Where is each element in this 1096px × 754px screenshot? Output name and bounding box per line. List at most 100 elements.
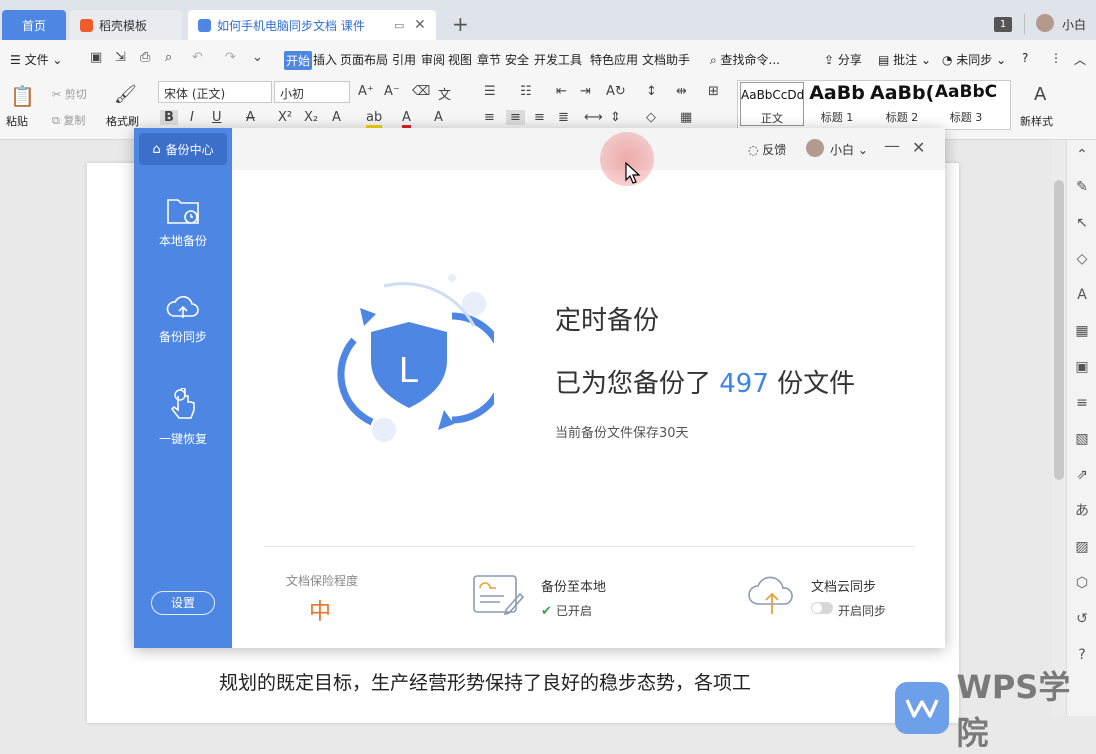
cut-button[interactable]: ✂ 剪切 bbox=[52, 86, 87, 102]
security-icon[interactable]: ⬡ bbox=[1074, 576, 1090, 590]
more-icon[interactable]: ⌄ bbox=[252, 50, 263, 65]
sidebar-item-local-backup[interactable]: 本地备份 bbox=[134, 196, 232, 249]
history-icon[interactable]: ↺ bbox=[1074, 612, 1090, 626]
redo-icon[interactable]: ↷ bbox=[225, 50, 236, 65]
font-color-icon[interactable]: A bbox=[402, 110, 411, 128]
paste-icon[interactable]: 📋 bbox=[10, 84, 35, 108]
feedback-button[interactable]: ◌ 反馈 bbox=[748, 141, 786, 158]
text-style-icon[interactable]: A bbox=[1074, 288, 1090, 302]
menu-view[interactable]: 视图 bbox=[448, 51, 472, 68]
close-icon[interactable]: ✕ bbox=[912, 138, 925, 157]
menu-assistant[interactable]: 文档助手 bbox=[642, 51, 690, 68]
menu-review[interactable]: 审阅 bbox=[421, 51, 445, 68]
increase-indent-icon[interactable]: ⇥ bbox=[580, 84, 591, 99]
user-name[interactable]: 小白 bbox=[1062, 16, 1086, 33]
more-options-icon[interactable]: ⋮ bbox=[1050, 51, 1062, 65]
text-direction-icon[interactable]: A↻ bbox=[606, 84, 626, 99]
comment-button[interactable]: ▤ 批注 ⌄ bbox=[878, 51, 931, 68]
collapse-up-icon[interactable]: ⌃ bbox=[1074, 148, 1090, 162]
save-icon[interactable]: ▣ bbox=[90, 50, 102, 65]
font-size-select[interactable]: 小初 bbox=[274, 81, 350, 103]
text-effect-icon[interactable]: A bbox=[332, 110, 341, 125]
new-style-button[interactable]: 新样式 bbox=[1020, 113, 1053, 129]
vertical-scrollbar[interactable] bbox=[1052, 140, 1066, 716]
align-right-icon[interactable]: ≡ bbox=[534, 110, 545, 125]
paste-button[interactable]: 粘贴 bbox=[6, 113, 28, 129]
scrollbar-thumb[interactable] bbox=[1054, 180, 1064, 480]
avatar[interactable] bbox=[1036, 14, 1054, 32]
tab-home[interactable]: 首页 bbox=[2, 10, 66, 40]
font-name-select[interactable]: 宋体 (正文) bbox=[158, 81, 272, 103]
undo-icon[interactable]: ↶ bbox=[192, 50, 203, 65]
share-out-icon[interactable]: ⇗ bbox=[1074, 468, 1090, 482]
align-center-icon[interactable]: ≡ bbox=[506, 110, 525, 125]
tab-template[interactable]: 稻壳模板 bbox=[70, 10, 182, 40]
picture-icon[interactable]: ▨ bbox=[1074, 540, 1090, 554]
superscript-icon[interactable]: X² bbox=[278, 110, 292, 125]
share-button[interactable]: ⇪ 分享 bbox=[824, 51, 862, 68]
new-tab-icon[interactable]: + bbox=[452, 12, 469, 36]
number-list-icon[interactable]: ☷ bbox=[520, 84, 532, 99]
style-heading-1[interactable]: AaBb 标题 1 bbox=[805, 82, 869, 126]
sidebar-item-one-click-restore[interactable]: 一键恢复 bbox=[134, 388, 232, 447]
settings-button[interactable]: 设置 bbox=[151, 591, 215, 615]
underline-icon[interactable]: U bbox=[212, 110, 222, 125]
select-cursor-icon[interactable]: ↖ bbox=[1074, 216, 1090, 230]
line-spacing-icon[interactable]: ⇕ bbox=[610, 110, 621, 125]
file-menu[interactable]: ☰ 文件 ⌄ bbox=[10, 51, 62, 68]
italic-icon[interactable]: I bbox=[190, 110, 194, 125]
close-tab-icon[interactable]: ✕ bbox=[414, 17, 426, 33]
shrink-font-icon[interactable]: A⁻ bbox=[384, 84, 400, 99]
shading-icon[interactable]: ◇ bbox=[646, 110, 656, 125]
format-painter-icon[interactable]: 🖌 bbox=[114, 84, 137, 105]
pin-icon[interactable]: ▭ bbox=[394, 19, 404, 32]
menu-insert[interactable]: 插入 bbox=[313, 51, 337, 68]
translate-icon[interactable]: あ bbox=[1074, 504, 1090, 518]
columns-icon[interactable]: ⇹ bbox=[676, 84, 687, 99]
copy-button[interactable]: ⧉ 复制 bbox=[52, 112, 85, 128]
preview-icon[interactable]: ⌕ bbox=[165, 50, 172, 65]
document-body-text[interactable]: 规划的既定目标，生产经营形势保持了良好的稳步态势，各项工 bbox=[219, 668, 751, 695]
window-count-badge[interactable]: 1 bbox=[994, 17, 1012, 32]
highlight-icon[interactable]: ab bbox=[366, 110, 383, 128]
export-icon[interactable]: ⇲ bbox=[115, 50, 126, 65]
menu-layout[interactable]: 页面布局 bbox=[340, 51, 388, 68]
border-icon[interactable]: ▦ bbox=[680, 110, 692, 125]
decrease-indent-icon[interactable]: ⇤ bbox=[556, 84, 567, 99]
sliders-icon[interactable]: ≡ bbox=[1074, 396, 1090, 410]
help-circle-icon[interactable]: ? bbox=[1074, 648, 1090, 662]
format-painter-button[interactable]: 格式刷 bbox=[106, 113, 139, 129]
char-shading-icon[interactable]: A bbox=[434, 110, 443, 125]
menu-special[interactable]: 特色应用 bbox=[590, 51, 638, 68]
image-gallery-icon[interactable]: ▧ bbox=[1074, 432, 1090, 446]
bullet-list-icon[interactable]: ☰ bbox=[484, 84, 496, 99]
cloud-sync-toggle[interactable] bbox=[811, 602, 833, 614]
new-style-icon[interactable]: A bbox=[1034, 84, 1046, 105]
style-heading-3[interactable]: AaBbC 标题 3 bbox=[934, 82, 998, 126]
clear-format-icon[interactable]: ⌫ bbox=[412, 84, 430, 99]
sidebar-header[interactable]: ⌂ 备份中心 bbox=[139, 133, 227, 165]
strikethrough-icon[interactable]: A bbox=[246, 110, 255, 125]
print-icon[interactable]: ⎙ bbox=[140, 50, 150, 65]
menu-chapter[interactable]: 章节 bbox=[477, 51, 501, 68]
distribute-icon[interactable]: ⟷ bbox=[584, 110, 603, 125]
collapse-ribbon-icon[interactable]: ︿ bbox=[1074, 51, 1086, 68]
apps-icon[interactable]: ▣ bbox=[1074, 360, 1090, 374]
shapes-icon[interactable]: ◇ bbox=[1074, 252, 1090, 266]
sync-button[interactable]: ◔ 未同步 ⌄ bbox=[942, 51, 1006, 68]
grow-font-icon[interactable]: A⁺ bbox=[358, 84, 374, 99]
align-left-icon[interactable]: ≡ bbox=[484, 110, 495, 125]
pen-icon[interactable]: ✎ bbox=[1074, 180, 1090, 194]
user-menu[interactable]: 小白 ⌄ bbox=[830, 141, 868, 158]
style-heading-2[interactable]: AaBb( 标题 2 bbox=[870, 82, 934, 126]
table-icon[interactable]: ▦ bbox=[1074, 324, 1090, 338]
tab-document[interactable]: 如何手机电脑同步文档 课件 ▭ ✕ bbox=[188, 10, 436, 40]
pinyin-icon[interactable]: 文 bbox=[438, 84, 451, 103]
menu-developer[interactable]: 开发工具 bbox=[534, 51, 582, 68]
style-normal[interactable]: AaBbCcDd 正文 bbox=[740, 82, 804, 126]
sort-icon[interactable]: ↕ bbox=[646, 84, 657, 99]
minimize-icon[interactable]: — bbox=[884, 136, 900, 155]
avatar[interactable] bbox=[806, 139, 824, 157]
help-button[interactable]: ? bbox=[1022, 51, 1028, 65]
sidebar-item-backup-sync[interactable]: 备份同步 bbox=[134, 292, 232, 345]
